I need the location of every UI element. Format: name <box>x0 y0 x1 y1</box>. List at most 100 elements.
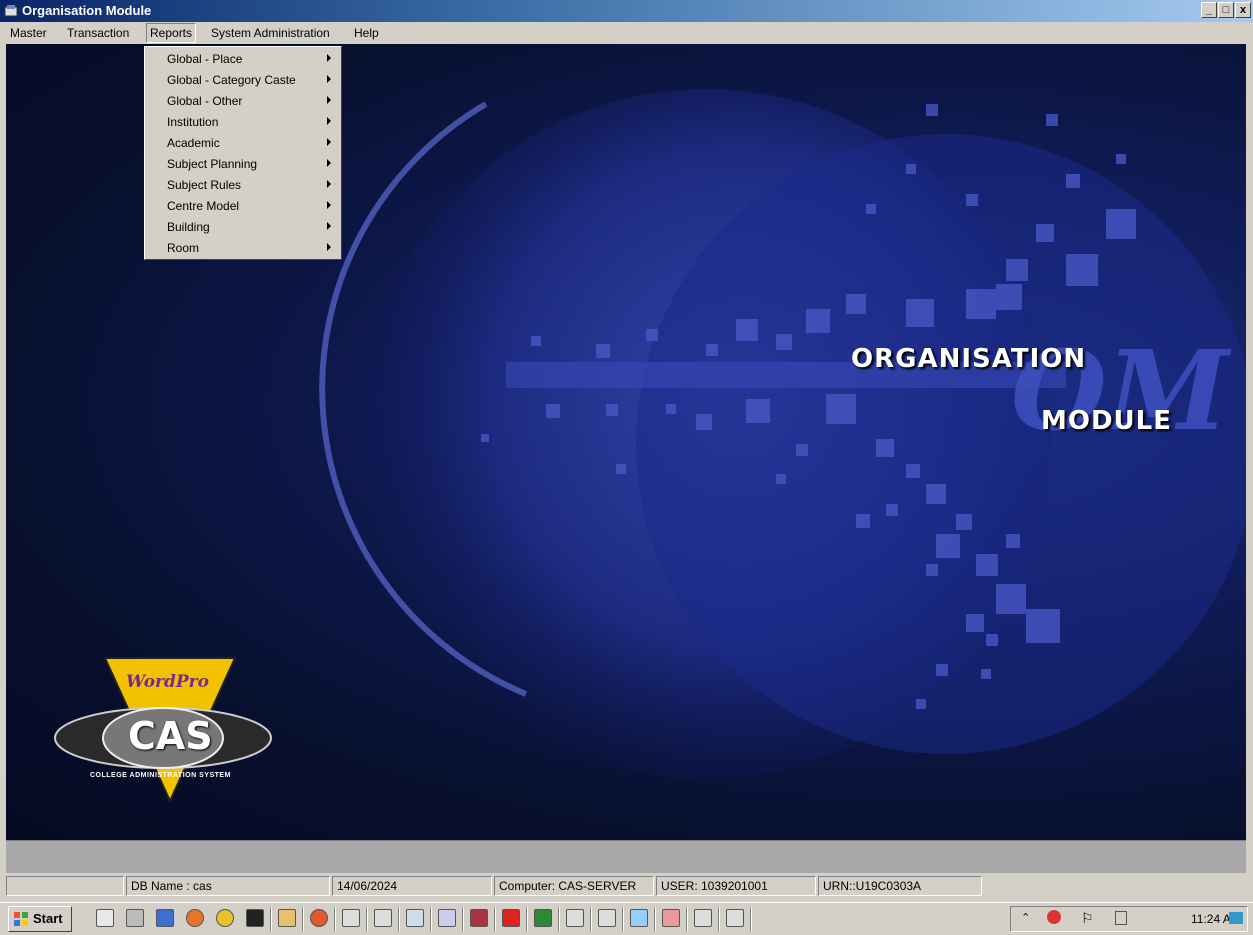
taskbar-separator <box>398 907 400 931</box>
taskbar-separator <box>718 907 720 931</box>
menu-item-label: Room <box>167 241 200 255</box>
excel-icon[interactable] <box>534 909 552 927</box>
tray-expand-icon[interactable]: ⌃ <box>1021 911 1030 924</box>
menu-item-institution[interactable]: Institution <box>145 112 341 133</box>
status-date: 14/06/2024 <box>332 876 492 896</box>
submenu-arrow-icon <box>327 117 331 125</box>
app-icon <box>4 5 18 17</box>
menu-item-label: Subject Rules <box>167 178 242 192</box>
window-icon[interactable] <box>598 909 616 927</box>
show-desktop-tray-icon[interactable] <box>1229 912 1243 924</box>
taskbar-separator <box>430 907 432 931</box>
firefox-icon[interactable] <box>186 909 204 927</box>
window-icon[interactable] <box>566 909 584 927</box>
menu-item-label: Global - Category Caste <box>167 73 296 87</box>
status-user: USER: 1039201001 <box>656 876 816 896</box>
file-explorer-icon[interactable] <box>278 909 296 927</box>
powershell-icon[interactable] <box>156 909 174 927</box>
server-manager-icon[interactable] <box>126 909 144 927</box>
system-tray: ⌃ ⚐ 11:24 AM <box>1010 906 1248 932</box>
submenu-arrow-icon <box>327 159 331 167</box>
taskbar-separator <box>686 907 688 931</box>
taskbar-separator <box>526 907 528 931</box>
cas-text: CAS <box>128 714 213 758</box>
taskbar-separator <box>622 907 624 931</box>
chrome-icon[interactable] <box>216 909 234 927</box>
taskbar-separator <box>462 907 464 931</box>
submenu-arrow-icon <box>327 243 331 251</box>
menu-bar: Master Transaction Reports System Admini… <box>0 22 1253 44</box>
taskbar-separator <box>334 907 336 931</box>
menu-transaction[interactable]: Transaction <box>67 26 129 40</box>
paint-icon[interactable] <box>630 909 648 927</box>
menu-system-administration[interactable]: System Administration <box>211 26 330 40</box>
windows-flag-icon <box>14 912 28 926</box>
taskbar-separator <box>558 907 560 931</box>
status-urn: URN::U19C0303A <box>818 876 982 896</box>
menu-item-label: Institution <box>167 115 219 129</box>
taskbar-separator <box>366 907 368 931</box>
reports-dropdown: Global - Place Global - Category Caste G… <box>144 46 342 260</box>
menu-reports[interactable]: Reports <box>146 23 197 43</box>
start-button[interactable]: Start <box>8 906 72 932</box>
close-button[interactable]: x <box>1235 2 1251 18</box>
status-bar: DB Name : cas 14/06/2024 Computer: CAS-S… <box>6 874 1246 898</box>
winrar-icon[interactable] <box>470 909 488 927</box>
splash-title-line1: Organisation <box>851 344 1087 374</box>
menu-item-label: Centre Model <box>167 199 240 213</box>
app-icon[interactable] <box>310 909 328 927</box>
command-prompt-icon[interactable] <box>246 909 264 927</box>
network-icon[interactable] <box>1115 911 1127 925</box>
menu-help[interactable]: Help <box>354 26 379 40</box>
taskbar-separator <box>654 907 656 931</box>
title-bar[interactable]: Organisation Module _ □ x <box>0 0 1253 22</box>
status-db-name: DB Name : cas <box>126 876 330 896</box>
chart-app-icon[interactable] <box>662 909 680 927</box>
menu-item-room[interactable]: Room <box>145 238 341 259</box>
status-panel-empty <box>6 876 124 896</box>
taskbar-separator <box>270 907 272 931</box>
show-desktop-icon[interactable] <box>96 909 114 927</box>
window-title: Organisation Module <box>22 3 152 18</box>
menu-item-global-other[interactable]: Global - Other <box>145 91 341 112</box>
splash-title-line2: Module <box>1041 406 1172 436</box>
window-icon[interactable] <box>374 909 392 927</box>
minimize-button[interactable]: _ <box>1201 2 1217 18</box>
menu-item-global-place[interactable]: Global - Place <box>145 49 341 70</box>
window-icon[interactable] <box>726 909 744 927</box>
taskbar-separator <box>750 907 752 931</box>
action-center-flag-icon[interactable]: ⚐ <box>1081 910 1094 927</box>
wordpad-icon[interactable] <box>438 909 456 927</box>
menu-item-academic[interactable]: Academic <box>145 133 341 154</box>
submenu-arrow-icon <box>327 138 331 146</box>
pdf-reader-icon[interactable] <box>502 909 520 927</box>
taskbar: Start ⌃ ⚐ 11:24 AM <box>0 902 1253 935</box>
network-alert-icon[interactable] <box>1047 910 1061 924</box>
submenu-arrow-icon <box>327 96 331 104</box>
wordpro-text: WordPro <box>126 672 209 692</box>
window-icon[interactable] <box>342 909 360 927</box>
menu-item-label: Global - Other <box>167 94 243 108</box>
menu-master[interactable]: Master <box>10 26 47 40</box>
cas-ring-text: COLLEGE ADMINISTRATION SYSTEM <box>90 772 231 779</box>
taskbar-separator <box>494 907 496 931</box>
restore-button[interactable]: □ <box>1218 2 1234 18</box>
menu-item-centre-model[interactable]: Centre Model <box>145 196 341 217</box>
taskbar-separator <box>302 907 304 931</box>
menu-item-label: Subject Planning <box>167 157 258 171</box>
menu-item-label: Building <box>167 220 210 234</box>
menu-item-label: Academic <box>167 136 220 150</box>
start-label: Start <box>33 911 63 926</box>
menu-item-subject-planning[interactable]: Subject Planning <box>145 154 341 175</box>
menu-item-building[interactable]: Building <box>145 217 341 238</box>
window-icon[interactable] <box>694 909 712 927</box>
toolbar-strip <box>6 840 1246 873</box>
menu-item-subject-rules[interactable]: Subject Rules <box>145 175 341 196</box>
menu-item-global-category-caste[interactable]: Global - Category Caste <box>145 70 341 91</box>
cas-logo: WordPro CAS COLLEGE ADMINISTRATION SYSTE… <box>50 656 276 806</box>
window-icon[interactable] <box>406 909 424 927</box>
submenu-arrow-icon <box>327 75 331 83</box>
submenu-arrow-icon <box>327 201 331 209</box>
status-computer: Computer: CAS-SERVER <box>494 876 654 896</box>
taskbar-separator <box>590 907 592 931</box>
